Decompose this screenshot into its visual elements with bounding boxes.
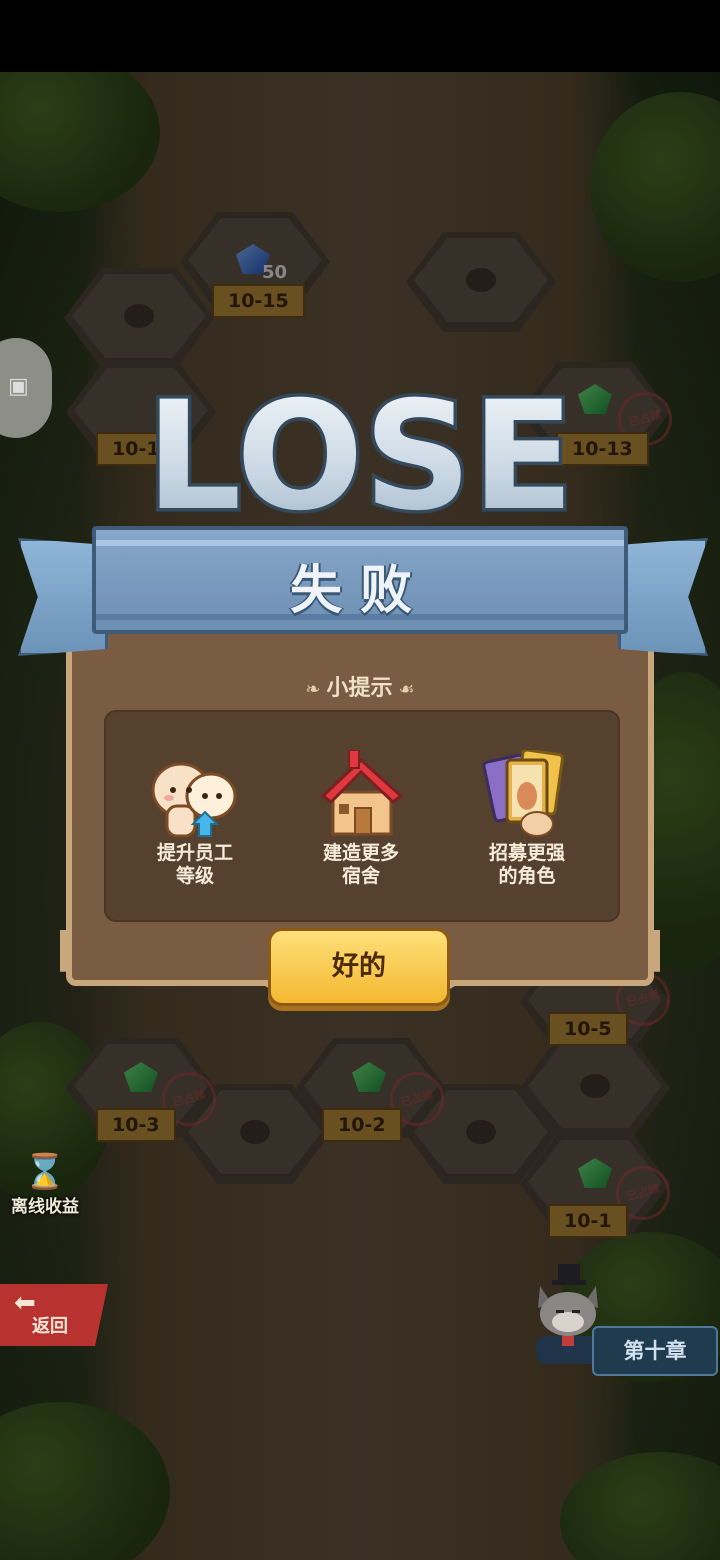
tip-recruit[interactable]: 招募更强 的角色 bbox=[452, 748, 602, 888]
lose-title: LOSE bbox=[142, 367, 577, 548]
offline-income-button[interactable]: ⌛ 离线收益 bbox=[0, 1152, 90, 1217]
chapter-indicator[interactable]: 第十章 bbox=[518, 1264, 718, 1376]
chapter-label: 第十章 bbox=[592, 1326, 718, 1376]
ok-button[interactable]: 好的 bbox=[268, 928, 450, 1006]
ornament-left-icon: ❧ bbox=[305, 679, 321, 700]
cards-icon bbox=[479, 748, 575, 840]
hint-header: ❧ 小提示 ☙ bbox=[72, 670, 648, 702]
result-ribbon: 失败 bbox=[92, 526, 628, 634]
hint-box: 提升员工 等级 建造更多 宿舍 招募更强 的角色 bbox=[104, 710, 620, 922]
tip-upgrade-staff[interactable]: 提升员工 等级 bbox=[120, 750, 270, 888]
lose-title-text: LOSE bbox=[150, 378, 570, 528]
hint-header-text: 小提示 bbox=[326, 676, 393, 701]
tip-label: 提升员工 等级 bbox=[156, 842, 233, 887]
image-icon: ▣ bbox=[8, 374, 29, 399]
photo-side-button[interactable]: ▣ bbox=[0, 338, 52, 438]
upgrade-staff-icon bbox=[147, 750, 243, 840]
ornament-right-icon: ☙ bbox=[398, 679, 415, 700]
back-button[interactable]: ⬅ 返回 bbox=[0, 1284, 108, 1346]
tip-label: 建造更多 宿舍 bbox=[322, 842, 399, 887]
back-label: 返回 bbox=[32, 1316, 68, 1337]
offline-income-label: 离线收益 bbox=[11, 1197, 79, 1217]
result-title-cn: 失败 bbox=[289, 561, 430, 621]
tip-build-dorm[interactable]: 建造更多 宿舍 bbox=[286, 749, 436, 888]
tip-label: 招募更强 的角色 bbox=[488, 842, 565, 887]
hourglass-icon: ⌛ bbox=[23, 1152, 67, 1192]
house-icon bbox=[313, 749, 409, 840]
